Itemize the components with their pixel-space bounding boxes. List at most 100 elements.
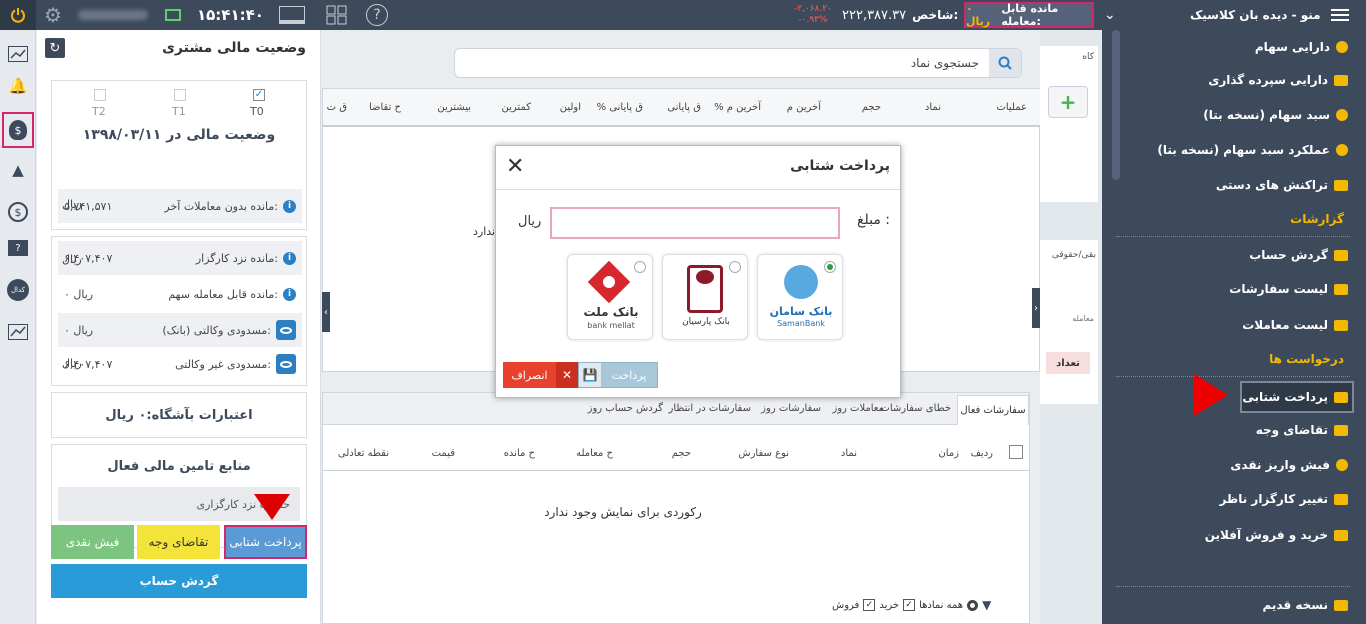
- col-header[interactable]: نوع سفارش: [738, 435, 789, 471]
- sidebar-item-stock-assets[interactable]: دارایی سهام: [1255, 36, 1348, 58]
- cash-icon: [1334, 391, 1348, 403]
- select-all-checkbox[interactable]: [1009, 445, 1023, 459]
- col-header[interactable]: % ق پایانی: [597, 89, 643, 125]
- search-icon[interactable]: [989, 49, 1021, 77]
- t2-checkbox[interactable]: [94, 89, 106, 101]
- balance-row-0: ۵,۷۴۱,۵۷۱ مانده بدون معاملات آخر: i: [58, 189, 302, 223]
- add-icon[interactable]: +: [1048, 86, 1088, 118]
- coin-icon[interactable]: $: [6, 200, 30, 224]
- sidebar-item-order-list[interactable]: لیست سفارشات: [1229, 278, 1348, 300]
- pay-button[interactable]: 💾 پرداخت: [578, 362, 658, 388]
- col-header[interactable]: ق پایانی: [667, 89, 701, 125]
- grid-icon[interactable]: [326, 0, 352, 30]
- row-value: ۰ ریال: [64, 287, 94, 301]
- col-header[interactable]: قیمت: [432, 435, 455, 471]
- parsian-logo-icon: [687, 265, 723, 313]
- col-header[interactable]: نقطه تعادلی: [338, 435, 389, 471]
- bell-icon[interactable]: 🔔: [6, 74, 30, 98]
- cancel-button[interactable]: ✕ انصراف: [503, 362, 578, 388]
- radio[interactable]: [729, 261, 741, 273]
- sidebar-scrollbar[interactable]: [1112, 30, 1120, 180]
- gear-icon[interactable]: ⚙: [44, 0, 74, 30]
- tab-daily-turnover[interactable]: گردش حساب روز: [588, 403, 663, 414]
- col-header[interactable]: ح تقاضا: [369, 89, 401, 125]
- section-requests: درخواست ها: [1269, 352, 1344, 366]
- tab-order-errors[interactable]: خطای سفارشات: [880, 403, 951, 414]
- t1-label: T1: [172, 105, 186, 118]
- search-box[interactable]: جستجوی نماد: [454, 48, 1022, 78]
- sidebar-item-trade-list[interactable]: لیست معاملات: [1242, 314, 1348, 336]
- bank-option-parsian[interactable]: بانک پارسیان: [662, 254, 748, 340]
- sidebar-item-deposit-assets[interactable]: دارایی سپرده گذاری: [1208, 69, 1348, 91]
- rial-unit: ریال: [62, 253, 82, 266]
- account-turnover-button[interactable]: گردش حساب: [51, 564, 307, 598]
- help-icon[interactable]: ?: [366, 0, 392, 30]
- sidebar-item-portfolio-performance[interactable]: عملکرد سبد سهام (نسخه بتا): [1157, 139, 1348, 161]
- balance-row-3: ۰ ریال مسدودی وکالتی (بانک):: [58, 313, 302, 347]
- refresh-icon[interactable]: ↻: [45, 38, 65, 58]
- bank-option-mellat[interactable]: بانک ملت bank mellat: [567, 254, 653, 340]
- col-header[interactable]: ح معامله: [576, 435, 613, 471]
- calendar-icon: [1334, 424, 1348, 436]
- col-header[interactable]: حجم: [672, 435, 691, 471]
- collapse-left-icon[interactable]: ‹: [322, 292, 330, 332]
- close-icon[interactable]: ✕: [506, 154, 524, 180]
- sidebar-item-offline-trading[interactable]: خرید و فروش آفلاین: [1205, 524, 1348, 546]
- col-header[interactable]: حجم: [862, 89, 881, 125]
- chevron-down-icon[interactable]: ⌄: [1104, 0, 1126, 30]
- t1-checkbox[interactable]: [174, 89, 186, 101]
- eye-icon[interactable]: [276, 354, 296, 374]
- power-icon[interactable]: [0, 0, 36, 30]
- col-header[interactable]: اولین: [560, 89, 581, 125]
- sidebar-item-manual-transactions[interactable]: تراکنش های دستی: [1216, 174, 1348, 196]
- tab-daily-orders[interactable]: سفارشات روز: [761, 403, 821, 414]
- col-header[interactable]: آخرین م: [787, 89, 821, 125]
- col-header[interactable]: بیشترین: [437, 89, 471, 125]
- sidebar-item-withdraw-request[interactable]: تقاضای وجه: [1256, 419, 1348, 441]
- sidebar-item-change-broker[interactable]: تغییر کارگزار ناظر: [1219, 488, 1348, 510]
- radio[interactable]: [634, 261, 646, 273]
- filter-icon[interactable]: ▼: [982, 598, 991, 612]
- message-icon[interactable]: ?: [6, 236, 30, 260]
- withdraw-request-button[interactable]: تقاضای وجه: [137, 525, 220, 559]
- info-icon[interactable]: i: [283, 287, 296, 301]
- col-header[interactable]: % آخرین م: [714, 89, 761, 125]
- col-header[interactable]: ردیف: [971, 435, 993, 471]
- col-header[interactable]: ح مانده: [504, 435, 535, 471]
- tab-pending-orders[interactable]: سفارشات در انتظار: [669, 403, 751, 414]
- rial-unit: ریال: [62, 357, 82, 370]
- layout-icon[interactable]: [279, 0, 309, 30]
- mountain-icon[interactable]: ▲: [6, 158, 30, 182]
- col-header[interactable]: نماد: [925, 89, 941, 125]
- analytics-icon[interactable]: [6, 320, 30, 344]
- bank-option-saman[interactable]: بانک سامان SamanBank: [757, 254, 843, 340]
- collapse-right-icon[interactable]: ›: [1032, 288, 1040, 328]
- filter-all-radio[interactable]: [967, 599, 979, 611]
- eye-icon[interactable]: [276, 320, 296, 340]
- tab-daily-trades[interactable]: معاملات روز: [832, 403, 884, 414]
- sidebar-item-online-payment[interactable]: پرداخت شتابی: [1242, 386, 1348, 408]
- sidebar-item-portfolio[interactable]: سبد سهام (نسخه بتا): [1203, 104, 1348, 126]
- hamburger-icon[interactable]: [1330, 0, 1350, 30]
- amount-input[interactable]: [550, 207, 840, 239]
- sidebar-item-cash-deposit[interactable]: فیش واریز نقدی: [1230, 454, 1348, 476]
- money-bag-icon[interactable]: $: [2, 112, 34, 148]
- col-header[interactable]: نماد: [841, 435, 857, 471]
- info-icon[interactable]: i: [283, 199, 296, 213]
- col-header[interactable]: کمترین: [502, 89, 531, 125]
- filter-buy-checkbox[interactable]: ✓: [903, 599, 916, 611]
- col-header[interactable]: ق ت: [327, 89, 347, 125]
- col-header[interactable]: زمان: [938, 435, 959, 471]
- online-payment-button[interactable]: پرداخت شتابی: [224, 525, 307, 559]
- info-icon[interactable]: i: [283, 251, 296, 265]
- chart-icon[interactable]: [6, 42, 30, 66]
- tab-active-orders[interactable]: سفارشات فعال: [957, 395, 1029, 425]
- t0-checkbox[interactable]: ✓: [253, 89, 265, 101]
- radio-selected[interactable]: [824, 261, 836, 273]
- codal-icon[interactable]: کدال: [6, 278, 30, 302]
- filter-sell-checkbox[interactable]: ✓: [863, 599, 876, 611]
- col-header[interactable]: عملیات: [996, 89, 1027, 125]
- sidebar-item-account-turnover[interactable]: گردش حساب: [1249, 244, 1348, 266]
- sidebar-item-old-version[interactable]: نسخه قدیم: [1262, 594, 1348, 616]
- cash-receipt-button[interactable]: فیش نقدی: [51, 525, 134, 559]
